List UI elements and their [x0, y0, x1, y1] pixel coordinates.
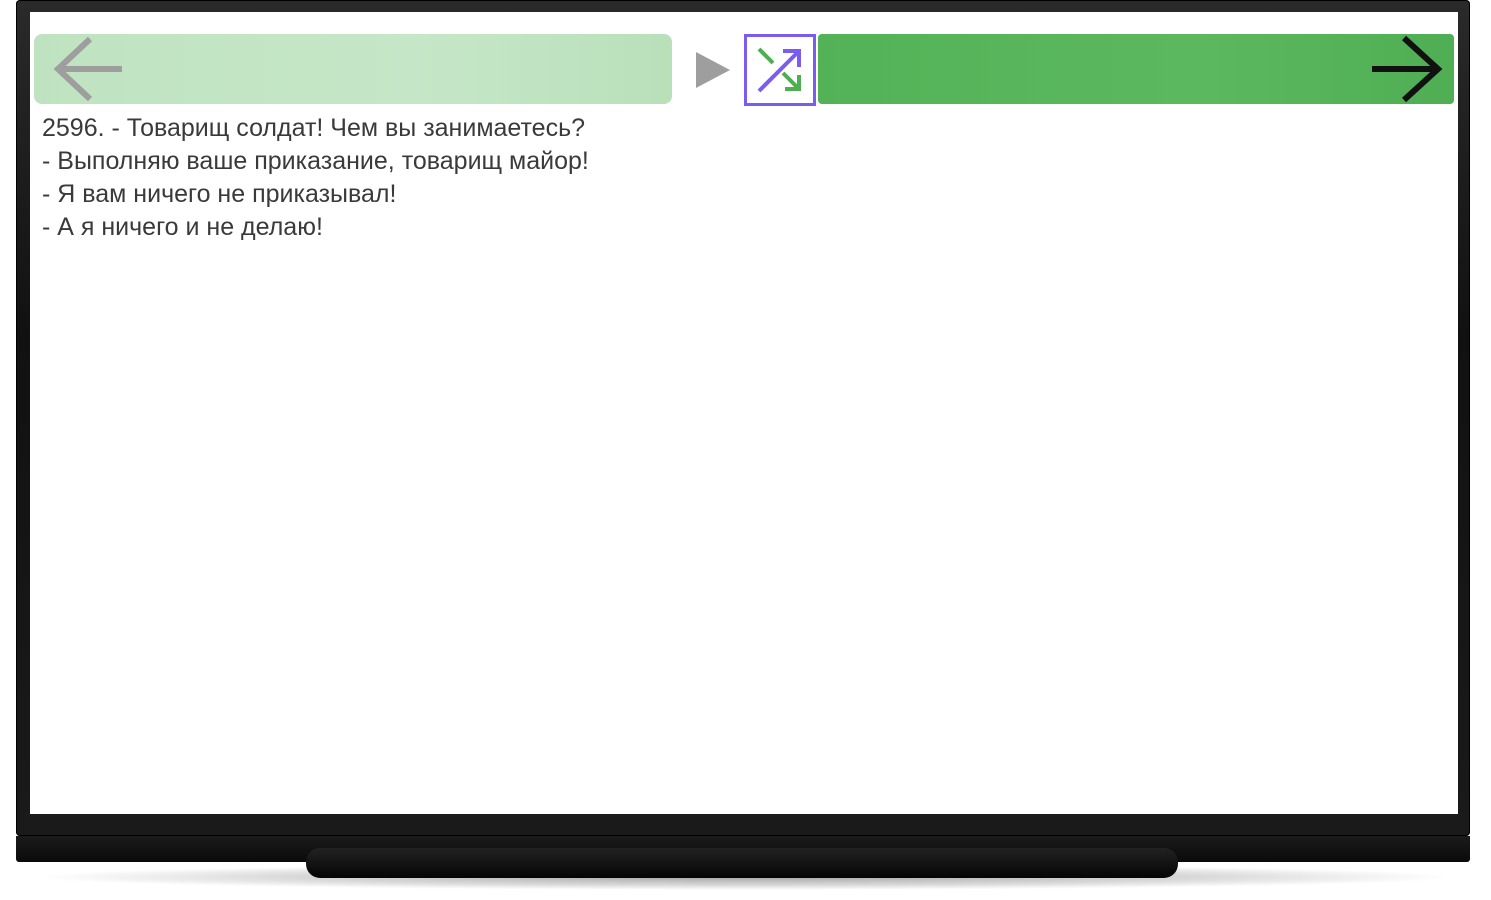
joke-line: - Выполняю ваше приказание, товарищ майо… — [42, 147, 589, 175]
next-joke-button[interactable] — [818, 34, 1454, 104]
tv-stand — [306, 848, 1178, 878]
shuffle-icon — [753, 43, 807, 102]
joke-text: 2596. - Товарищ солдат! Чем вы занимаете… — [42, 112, 742, 244]
arrow-left-icon — [50, 35, 126, 108]
play-triangle-icon — [694, 50, 734, 90]
tv-screen: 2596. - Товарищ солдат! Чем вы занимаете… — [30, 12, 1458, 814]
navigation-bar — [34, 34, 1454, 106]
shuffle-button[interactable] — [744, 34, 816, 106]
previous-joke-button[interactable] — [34, 34, 672, 104]
joke-line: 2596. - Товарищ солдат! Чем вы занимаете… — [42, 114, 585, 142]
joke-line: - А я ничего и не делаю! — [42, 213, 323, 241]
arrow-right-icon — [1366, 34, 1446, 109]
joke-line: - Я вам ничего не приказывал! — [42, 180, 397, 208]
